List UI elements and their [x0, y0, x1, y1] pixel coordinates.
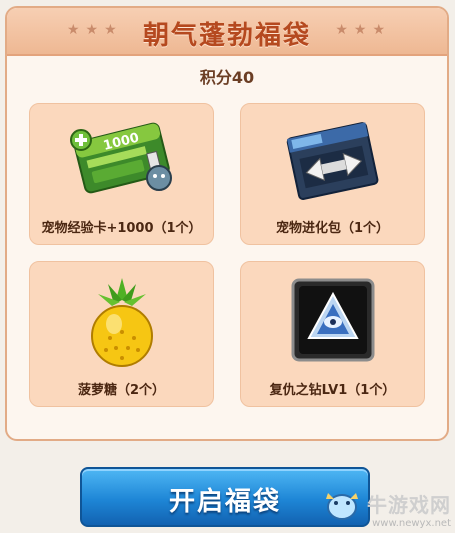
- pet-evolution-pack-icon: [283, 118, 383, 212]
- pineapple-candy-icon: [82, 276, 162, 372]
- revenge-diamond-icon: [289, 276, 377, 368]
- watermark-brand: 牛游戏网: [367, 493, 451, 517]
- reward-card-evolution-pack[interactable]: 宠物进化包（1个）: [240, 103, 425, 245]
- lucky-bag-panel: ★★★ 朝气蓬勃福袋 ★★★ 积分40 1000 宠物经验卡+1000（1个） …: [5, 6, 449, 441]
- open-lucky-bag-button[interactable]: 开启福袋: [80, 467, 370, 527]
- cow-mascot-icon: [326, 493, 358, 520]
- reward-card-pet-exp[interactable]: 1000 宠物经验卡+1000（1个）: [29, 103, 214, 245]
- pet-exp-card-icon: 1000: [67, 118, 177, 202]
- decorative-stars-right: ★★★: [335, 22, 391, 38]
- reward-label: 宠物经验卡+1000（1个）: [41, 221, 202, 236]
- reward-card-pineapple-candy[interactable]: 菠萝糖（2个）: [29, 261, 214, 407]
- points-cost: 积分40: [199, 68, 255, 87]
- reward-label: 菠萝糖（2个）: [77, 383, 166, 398]
- reward-label: 宠物进化包（1个）: [275, 221, 390, 236]
- site-watermark: 牛游戏网 www.newyx.net: [367, 489, 451, 529]
- reward-label: 复仇之钻LV1（1个）: [269, 383, 396, 398]
- reward-card-revenge-diamond[interactable]: 复仇之钻LV1（1个）: [240, 261, 425, 407]
- panel-header: ★★★ 朝气蓬勃福袋 ★★★: [7, 8, 447, 56]
- watermark-url: www.newyx.net: [372, 518, 451, 529]
